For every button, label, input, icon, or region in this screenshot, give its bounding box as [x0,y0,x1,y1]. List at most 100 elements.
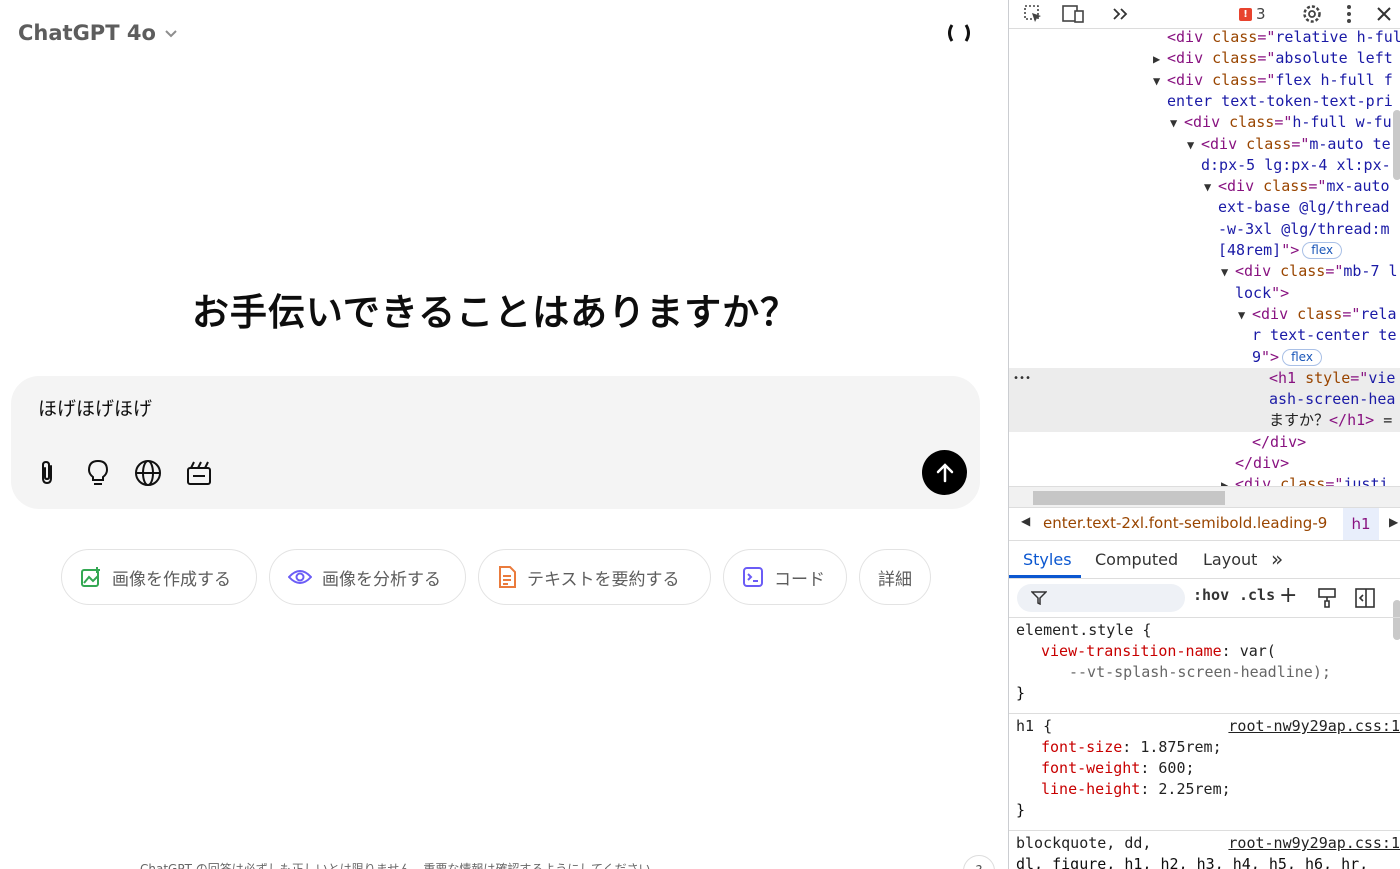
rule-separator [1009,830,1400,831]
hover-state-button[interactable]: :hov [1193,586,1229,604]
breadcrumb-path[interactable]: enter.text-2xl.font-semibold.leading-9 [1043,514,1327,532]
dom-node-line[interactable]: ▼ <div class="flex h-full f [1153,70,1393,92]
issues-counter[interactable]: ! 3 [1239,2,1266,26]
lightbulb-icon[interactable] [81,456,115,490]
dom-node-line[interactable]: </div> [1252,432,1306,453]
horizontal-scrollbar[interactable] [1009,486,1400,507]
tab-underline [1009,575,1081,578]
elements-scrollbar[interactable] [1393,110,1400,180]
node-actions-ellipsis-icon[interactable]: ••• [1013,368,1031,389]
tab-computed[interactable]: Computed [1095,540,1178,578]
collapse-triangle-icon[interactable]: ▼ [1204,177,1218,198]
dom-node-line[interactable]: ▶ <div class="justi [1221,474,1389,486]
dom-node-line[interactable]: -w-3xl @lg/thread:m [1218,219,1390,240]
analyze-image-chip[interactable]: 画像を分析する [269,549,466,605]
rule-selector[interactable]: h1 {root-nw9y29ap.css:1 [1009,716,1400,737]
css-property: font-size [1041,738,1123,756]
close-icon[interactable] [1373,2,1395,26]
dom-token: [48rem] [1218,241,1282,259]
dom-node-line[interactable]: <div class="relative h-full [1167,29,1400,48]
sidebar-toggle-icon[interactable] [1354,587,1376,609]
collapse-triangle-icon[interactable]: ▼ [1238,305,1252,326]
dom-token: h-full w-fu [1292,113,1392,132]
more-tabs-icon[interactable]: » [1271,540,1283,578]
dom-token: =" [1350,368,1369,387]
styles-tabs: Styles Computed Layout » [1009,540,1400,579]
send-button[interactable] [922,450,967,495]
dom-token: class [1263,177,1309,196]
css-declaration[interactable]: font-size: 1.875rem; [1009,737,1400,758]
canvas-icon[interactable] [182,456,216,490]
collapse-triangle-icon[interactable]: ▼ [1187,135,1201,156]
breadcrumb-right-icon[interactable]: ▶ [1389,515,1398,529]
dom-node-line[interactable]: [48rem]"> flex [1218,240,1343,261]
dom-node-line[interactable]: ext-base @lg/thread [1218,197,1390,218]
paperclip-icon[interactable] [31,456,65,490]
globe-icon[interactable] [131,456,165,490]
breadcrumb-left-icon[interactable]: ◀ [1021,514,1030,528]
css-colon: : [1221,642,1240,660]
css-value: --vt-splash-screen-headline); [1069,663,1331,681]
dom-token: class [1280,475,1326,486]
gear-icon[interactable] [1299,2,1325,26]
dom-node-line[interactable]: ash-screen-hea [1269,389,1395,410]
elements-tree[interactable]: <div class="relative h-full ▶ <div class="… [1009,29,1400,486]
flex-badge[interactable]: flex [1302,242,1343,259]
rule-selector[interactable]: element.style { [1009,620,1400,641]
help-button[interactable]: ? [963,855,995,869]
dom-node-line[interactable]: ▼ <div class="m-auto te [1187,134,1391,156]
dom-node-line[interactable]: ▼ <div class="h-full w-fu [1170,112,1392,134]
dom-node-line[interactable]: <h1 style="vie [1269,368,1395,389]
tab-layout[interactable]: Layout [1203,540,1257,578]
dom-node-line[interactable]: ▶ <div class="absolute left [1153,48,1393,70]
dom-node-line[interactable]: ▼ <div class="mx-auto [1204,176,1390,198]
dom-node-line[interactable]: ▼ <div class="mb-7 l [1221,261,1398,283]
prompt-input[interactable] [38,396,898,418]
filter-input[interactable] [1017,584,1185,612]
code-chip[interactable]: コード [723,549,847,605]
model-switcher[interactable]: ChatGPT 4o [18,18,178,48]
dom-token: =" [1291,134,1310,153]
add-rule-icon[interactable]: + [1279,583,1297,608]
class-toggle-button[interactable]: .cls [1239,586,1275,604]
dom-node-line[interactable]: 9"> flex [1252,347,1322,368]
tab-styles[interactable]: Styles [1023,540,1072,578]
create-image-chip[interactable]: 画像を作成する [61,549,257,605]
dom-token: class [1229,113,1275,132]
temporary-chat-icon[interactable] [940,18,978,48]
dom-token: <div [1201,134,1247,153]
inspect-element-icon[interactable] [1021,2,1045,26]
collapse-triangle-icon[interactable]: ▼ [1153,71,1167,92]
summarize-text-chip[interactable]: テキストを要約する [478,549,711,605]
dom-node-line[interactable]: lock"> [1235,283,1289,304]
css-declaration[interactable]: line-height: 2.25rem; [1009,779,1400,800]
paint-brush-icon[interactable] [1317,587,1337,609]
css-value: 1.875rem; [1140,738,1222,756]
css-declaration[interactable]: view-transition-name: var( [1009,641,1400,662]
rule-selector[interactable]: blockquote, dd, root-nw9y29ap.css:1 [1009,833,1400,854]
expand-triangle-icon[interactable]: ▶ [1221,475,1235,486]
kebab-menu-icon[interactable] [1339,2,1359,26]
dom-node-line[interactable]: r text-center te [1252,325,1397,346]
dom-node-line[interactable]: ▼ <div class="rela [1238,304,1397,326]
dom-node-line[interactable]: enter text-token-text-pri [1167,91,1393,112]
css-declaration[interactable]: font-weight: 600; [1009,758,1400,779]
dom-token: </div> [1252,432,1307,451]
dom-node-line[interactable]: </div> [1235,453,1289,474]
rule-source-link[interactable]: root-nw9y29ap.css:1 [1228,716,1400,737]
more-panels-icon[interactable] [1109,2,1133,26]
rule-selector-continued: dl, figure, h1, h2, h3, h4, h5, h6, hr, [1016,855,1369,869]
dom-node-line[interactable]: d:px-5 lg:px-4 xl:px- [1201,155,1391,176]
collapse-triangle-icon[interactable]: ▼ [1221,262,1235,283]
dom-node-line[interactable]: ますか？</h1> = [1269,410,1392,431]
rule-source-link[interactable]: root-nw9y29ap.css:1 [1228,833,1400,854]
css-declaration[interactable]: --vt-splash-screen-headline); [1009,662,1400,683]
more-chip[interactable]: 詳細 [859,549,931,605]
dom-token: d:px-5 lg:px-4 xl:px- [1201,155,1391,174]
device-toolbar-icon[interactable] [1059,2,1087,26]
flex-badge[interactable]: flex [1282,348,1322,366]
dom-token: r text-center te [1252,326,1397,345]
expand-triangle-icon[interactable]: ▶ [1153,49,1167,70]
collapse-triangle-icon[interactable]: ▼ [1170,113,1184,134]
breadcrumb-current-tag[interactable]: h1 [1343,508,1379,540]
